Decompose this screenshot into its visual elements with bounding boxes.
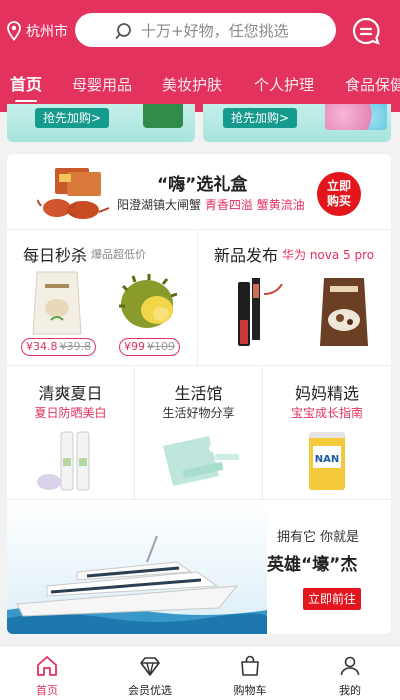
category-title: 妈妈精选 xyxy=(294,384,359,403)
nav-cart-label: 购物车 xyxy=(233,684,267,697)
original-price: ¥39.8 xyxy=(59,340,92,353)
new-products-section[interactable]: 新品发布 华为 nova 5 pro xyxy=(198,230,391,366)
new-products-title: 新品发布 xyxy=(214,246,279,265)
category-title: 清爽夏日 xyxy=(38,384,103,403)
nav-cart[interactable]: 购物车 xyxy=(210,646,290,700)
location-label: 杭州市 xyxy=(26,24,68,40)
nav-home[interactable]: 首页 xyxy=(7,646,87,700)
category-subtitle: 宝宝成长指南 xyxy=(290,406,363,420)
bottom-nav: 首页 会员优选 购物车 我的 xyxy=(0,645,400,700)
cosmetics-image xyxy=(238,278,283,346)
category-summer[interactable]: 清爽夏日 夏日防晒美白 xyxy=(7,366,135,500)
gift-subtitle-main: 阳澄湖镇大闸蟹 xyxy=(117,198,202,212)
message-icon[interactable] xyxy=(351,16,381,46)
product-image xyxy=(325,104,387,130)
sale-price: ¥34.8 xyxy=(26,340,58,353)
category-subtitle: 夏日防晒美白 xyxy=(34,406,107,420)
tab-personal-care[interactable]: 个人护理 xyxy=(254,70,314,100)
flash-sale-section[interactable]: 每日秒杀 爆品超低价 ¥34.8 ¥39.8 ¥99 ¥109 xyxy=(7,230,198,366)
milk-powder-can-image: NAN xyxy=(309,432,345,490)
kitchenware-image xyxy=(163,436,239,486)
original-price: ¥109 xyxy=(147,340,175,353)
nav-member[interactable]: 会员优选 xyxy=(110,646,190,700)
tab-maternity[interactable]: 母婴用品 xyxy=(72,70,132,100)
preorder-button-left[interactable]: 抢先加购> xyxy=(35,108,110,128)
location-pin-icon xyxy=(7,21,21,41)
price-tag-durian: ¥99 ¥109 xyxy=(119,338,180,356)
flash-sale-subtitle: 爆品超低价 xyxy=(91,248,146,261)
category-mom-picks[interactable]: 妈妈精选 宝宝成长指南 NAN xyxy=(263,366,391,500)
promo-line-1: 拥有它 你就是 xyxy=(277,530,360,545)
nav-profile-label: 我的 xyxy=(339,684,361,697)
feature-card: “嗨”选礼盒 阳澄湖镇大闸蟹 青香四溢 蟹黄流油 立即购买 每日秒杀 爆品超低价… xyxy=(7,154,391,634)
location-selector[interactable]: 杭州市 xyxy=(6,19,68,43)
promo-line-2: 英雄“壕”杰 xyxy=(267,555,358,575)
search-icon xyxy=(115,23,131,39)
flash-sale-title: 每日秒杀 xyxy=(23,246,88,265)
diamond-icon xyxy=(140,657,160,676)
nav-profile[interactable]: 我的 xyxy=(310,646,390,700)
category-tabs: 首页 母婴用品 美妆护肤 个人护理 食品保健 xyxy=(0,70,400,102)
search-input[interactable]: 十万+好物，任您挑选 xyxy=(75,13,336,47)
tab-food-health[interactable]: 食品保健 xyxy=(345,70,400,100)
crab-gift-box-image xyxy=(37,168,110,219)
category-lifestyle[interactable]: 生活馆 生活好物分享 xyxy=(135,366,263,500)
category-subtitle: 生活好物分享 xyxy=(162,406,235,420)
active-tab-indicator xyxy=(15,100,37,102)
promo-strip-left[interactable]: 抢先加购> xyxy=(7,104,195,142)
new-products-subtitle: 华为 nova 5 pro xyxy=(282,248,375,262)
price-tag-rice: ¥34.8 ¥39.8 xyxy=(21,338,96,356)
rice-bag-image xyxy=(32,271,82,335)
sale-price: ¥99 xyxy=(124,340,145,353)
svg-text:NAN: NAN xyxy=(315,454,339,465)
skincare-bottles-image xyxy=(37,431,90,491)
durian-image xyxy=(119,274,178,328)
gift-title: “嗨”选礼盒 xyxy=(157,175,248,195)
oatmeal-pack-image xyxy=(320,278,368,346)
gift-subtitle-highlight: 青香四溢 蟹黄流油 xyxy=(204,198,305,212)
nav-home-label: 首页 xyxy=(36,684,58,697)
cart-bag-icon xyxy=(241,655,259,676)
search-placeholder: 十万+好物，任您挑选 xyxy=(141,21,289,40)
promo-strip-right[interactable]: 抢先加购> xyxy=(203,104,391,142)
category-title: 生活馆 xyxy=(174,384,223,403)
yacht-image xyxy=(7,500,267,634)
home-icon xyxy=(37,656,57,676)
buy-now-label: 立即购买 xyxy=(326,179,351,208)
top-header: 杭州市 十万+好物，任您挑选 首页 母婴用品 美妆护肤 个人护理 食品保健 xyxy=(0,0,400,112)
tab-home[interactable]: 首页 xyxy=(10,70,42,100)
product-image xyxy=(143,104,183,128)
nav-member-label: 会员优选 xyxy=(128,684,172,697)
buy-now-button[interactable]: 立即购买 xyxy=(317,172,361,216)
user-icon xyxy=(340,656,360,676)
preorder-button-right[interactable]: 抢先加购> xyxy=(223,108,298,128)
gift-subtitle: 阳澄湖镇大闸蟹 青香四溢 蟹黄流油 xyxy=(117,196,305,213)
go-now-button[interactable]: 立即前往 xyxy=(303,588,361,610)
tab-beauty[interactable]: 美妆护肤 xyxy=(162,70,222,100)
yacht-promo-banner[interactable]: 拥有它 你就是 英雄“壕”杰 立即前往 xyxy=(7,500,391,634)
gift-box-banner[interactable]: “嗨”选礼盒 阳澄湖镇大闸蟹 青香四溢 蟹黄流油 立即购买 xyxy=(7,154,391,230)
